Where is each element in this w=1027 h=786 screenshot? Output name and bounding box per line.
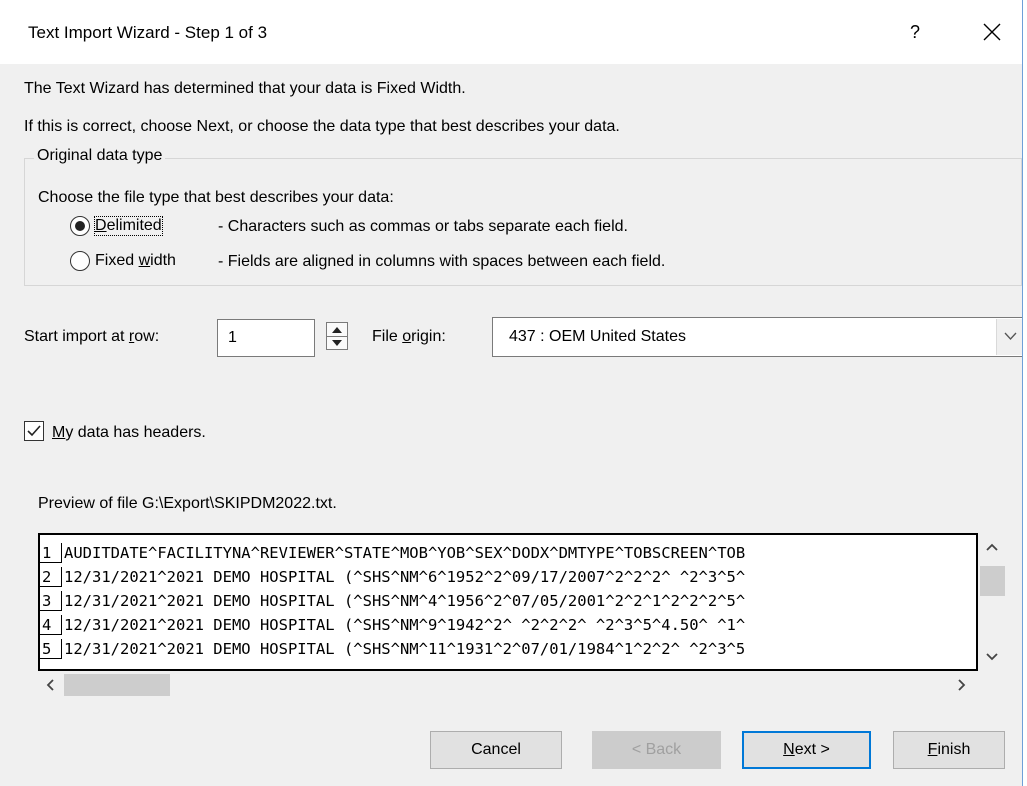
next-button[interactable]: Next > [742,731,871,769]
radio-delimited[interactable]: Delimited [70,216,163,236]
spin-up-icon[interactable] [332,326,342,333]
file-type-prompt: Choose the file type that best describes… [38,189,394,206]
headers-checkbox-label[interactable]: My data has headers. [52,424,206,442]
cancel-button[interactable]: Cancel [430,731,562,769]
file-origin-value: 437 : OEM United States [509,328,686,345]
scrollbar-corner [978,671,1007,699]
row-text: 12/31/2021^2021 DEMO HOSPITAL (^SHS^NM^9… [64,616,746,634]
row-number: 5 [40,639,62,659]
horizontal-scroll-thumb[interactable] [64,674,170,696]
window-right-edge [1022,0,1027,786]
preview-vertical-scrollbar[interactable] [978,533,1007,671]
back-button[interactable]: < Back [592,731,721,769]
text-import-wizard-dialog: Text Import Wizard - Step 1 of 3 ? The T… [0,0,1027,786]
file-origin-select[interactable]: 437 : OEM United States [492,317,1026,357]
scroll-left-icon[interactable] [46,679,54,691]
row-text: AUDITDATE^FACILITYNA^REVIEWER^STATE^MOB^… [64,544,746,562]
row-text: 12/31/2021^2021 DEMO HOSPITAL (^SHS^NM^6… [64,568,746,586]
vertical-scroll-thumb[interactable] [980,566,1005,596]
help-icon: ? [909,22,920,42]
group-legend: Original data type [34,147,166,165]
scroll-right-icon[interactable] [958,679,966,691]
file-origin-dropdown-button[interactable] [996,319,1024,355]
close-icon [983,23,1001,41]
title-bar: Text Import Wizard - Step 1 of 3 ? [0,0,1027,64]
checkmark-icon [27,425,41,437]
window-title: Text Import Wizard - Step 1 of 3 [28,23,268,42]
preview-label: Preview of file G:\Export\SKIPDM2022.txt… [38,495,337,512]
start-row-input[interactable]: 1 [217,319,315,357]
scroll-down-icon[interactable] [986,653,998,661]
radio-desc-delimited: - Characters such as commas or tabs sepa… [218,218,628,235]
radio-desc-fixed-width: - Fields are aligned in columns with spa… [218,253,666,270]
preview-horizontal-scrollbar[interactable] [38,671,978,699]
radio-fixed-width[interactable]: Fixed width [70,251,176,271]
row-number: 3 [40,591,62,611]
row-text: 12/31/2021^2021 DEMO HOSPITAL (^SHS^NM^4… [64,592,746,610]
spinner-divider [327,336,347,337]
intro-line-1: The Text Wizard has determined that your… [24,80,466,97]
radio-label-fixed-width[interactable]: Fixed width [95,252,176,270]
row-number: 4 [40,615,62,635]
finish-button[interactable]: Finish [893,731,1005,769]
file-origin-label: File origin: [372,328,446,345]
row-number: 2 [40,567,62,587]
start-row-label: Start import at row: [24,328,160,345]
radio-button-delimited[interactable] [70,216,90,236]
headers-checkbox[interactable] [24,421,44,441]
start-row-spinner[interactable] [326,322,348,350]
radio-button-fixed-width[interactable] [70,251,90,271]
spin-down-icon[interactable] [332,340,342,347]
preview-pane[interactable]: 1 AUDITDATE^FACILITYNA^REVIEWER^STATE^MO… [38,533,978,671]
row-number: 1 [40,543,62,563]
help-button[interactable]: ? [900,14,930,50]
radio-label-delimited[interactable]: Delimited [94,216,163,236]
close-button[interactable] [974,12,1010,52]
intro-line-2: If this is correct, choose Next, or choo… [24,118,620,135]
scroll-up-icon[interactable] [986,543,998,551]
row-text: 12/31/2021^2021 DEMO HOSPITAL (^SHS^NM^1… [64,640,746,658]
chevron-down-icon [1004,332,1017,340]
